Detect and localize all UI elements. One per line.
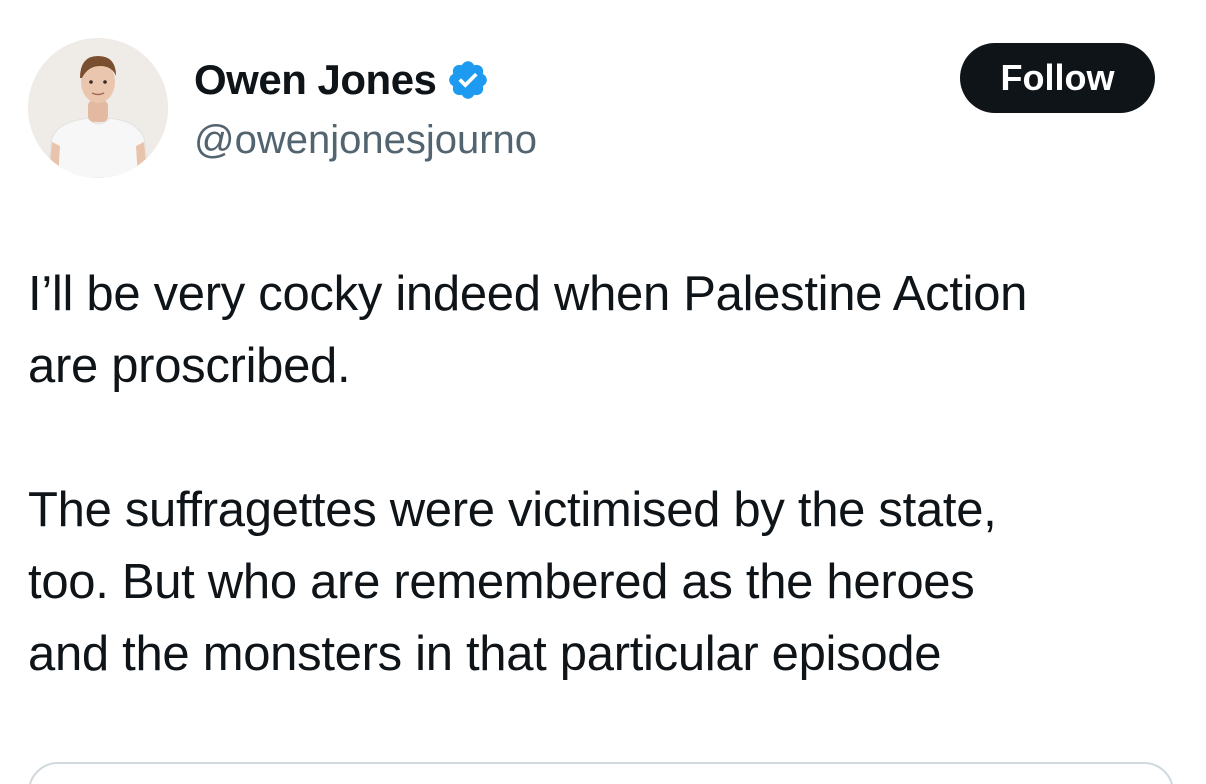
- follow-button[interactable]: Follow: [960, 43, 1155, 113]
- verified-badge-icon[interactable]: [446, 58, 490, 102]
- author-display-name[interactable]: Owen Jones: [194, 52, 437, 108]
- author-name-row: Owen Jones: [194, 52, 490, 108]
- avatar-image: [28, 38, 168, 178]
- quoted-card[interactable]: [28, 762, 1174, 784]
- author-handle[interactable]: @owenjonesjourno: [194, 114, 537, 166]
- tweet-paragraph: The suffragettes were victimised by the …: [28, 483, 997, 681]
- avatar[interactable]: [28, 38, 168, 178]
- tweet-paragraph: I’ll be very cocky indeed when Palestine…: [28, 267, 1028, 393]
- tweet-text: I’ll be very cocky indeed when Palestine…: [28, 258, 1188, 690]
- tweet-view: Owen Jones @owenjonesjourno Follow I’ll …: [0, 0, 1206, 784]
